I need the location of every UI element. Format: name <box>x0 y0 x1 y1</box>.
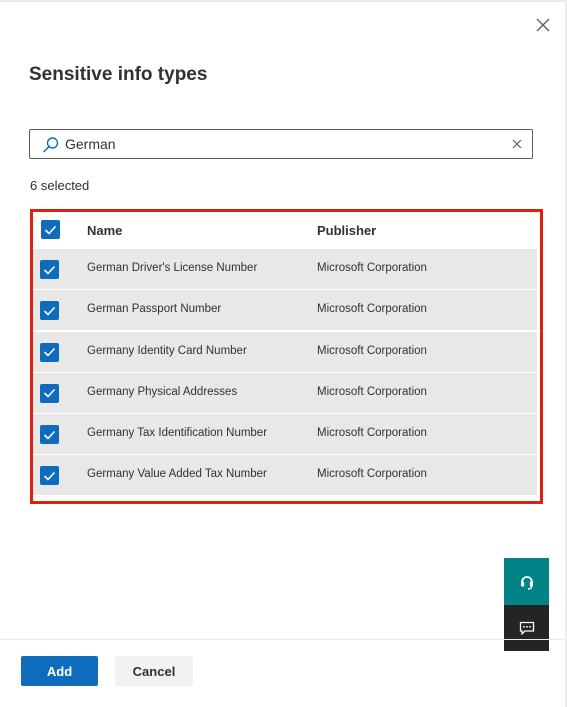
row-checkbox[interactable] <box>40 301 59 321</box>
add-button[interactable]: Add <box>21 656 98 686</box>
row-name-cell: Germany Value Added Tax Number <box>87 468 267 481</box>
search-box[interactable] <box>29 129 533 159</box>
row-name-cell: German Passport Number <box>87 303 222 316</box>
row-name-cell: German Driver's License Number <box>87 262 258 274</box>
row-publisher-cell: Microsoft Corporation <box>317 344 427 357</box>
checkmark-icon <box>44 225 57 235</box>
row-publisher-cell: Microsoft Corporation <box>317 427 427 439</box>
table-row[interactable]: Germany Value Added Tax Number Microsoft … <box>33 455 537 496</box>
search-input[interactable] <box>65 133 495 155</box>
cancel-button[interactable]: Cancel <box>115 656 193 686</box>
footer-divider <box>0 639 565 640</box>
close-button[interactable] <box>531 13 555 37</box>
panel-top-border <box>0 0 567 2</box>
table-row[interactable]: German Passport Number Microsoft Corporat… <box>33 290 537 331</box>
table-row[interactable]: German Driver's License Number Microsoft … <box>33 249 537 289</box>
table-row[interactable]: Germany Physical Addresses Microsoft Corp… <box>33 372 537 413</box>
table-body: German Driver's License Number Microsoft … <box>33 249 537 497</box>
row-name-cell: Germany Identity Card Number <box>87 344 247 357</box>
column-header-name[interactable]: Name <box>87 223 122 238</box>
chat-feedback-icon <box>519 621 534 635</box>
table-row[interactable]: Germany Identity Card Number Microsoft Co… <box>33 331 537 372</box>
row-checkbox[interactable] <box>40 342 59 362</box>
headset-icon <box>520 575 533 590</box>
column-header-publisher[interactable]: Publisher <box>317 223 376 238</box>
row-publisher-cell: Microsoft Corporation <box>317 468 427 481</box>
select-all-checkbox[interactable] <box>41 220 60 239</box>
row-checkbox[interactable] <box>40 383 59 403</box>
feedback-button[interactable] <box>504 605 549 651</box>
table-header-row: Name Publisher <box>33 212 540 249</box>
row-checkbox[interactable] <box>40 260 59 279</box>
checkmark-icon <box>43 306 56 316</box>
checkmark-icon <box>43 265 56 275</box>
panel-title: Sensitive info types <box>29 64 208 85</box>
row-checkbox[interactable] <box>40 425 59 444</box>
checkmark-icon <box>43 347 56 357</box>
checkmark-icon <box>43 430 56 440</box>
row-checkbox[interactable] <box>40 466 59 486</box>
row-publisher-cell: Microsoft Corporation <box>317 262 427 274</box>
checkmark-icon <box>43 389 56 398</box>
row-publisher-cell: Microsoft Corporation <box>317 303 427 316</box>
checkmark-icon <box>43 471 56 481</box>
row-name-cell: Germany Tax Identification Number <box>87 427 268 439</box>
support-button[interactable] <box>504 558 549 605</box>
search-icon <box>43 137 59 153</box>
sensitive-info-types-table: Name Publisher German Driver's License N… <box>30 209 543 504</box>
sensitive-info-types-panel: Sensitive info types 6 selected Name Pub… <box>0 0 567 707</box>
clear-search-icon[interactable] <box>510 137 524 151</box>
selected-count: 6 selected <box>30 178 90 193</box>
close-icon <box>536 18 550 32</box>
row-name-cell: Germany Physical Addresses <box>87 385 238 398</box>
row-publisher-cell: Microsoft Corporation <box>317 385 427 398</box>
table-row[interactable]: Germany Tax Identification Number Microso… <box>33 414 537 454</box>
